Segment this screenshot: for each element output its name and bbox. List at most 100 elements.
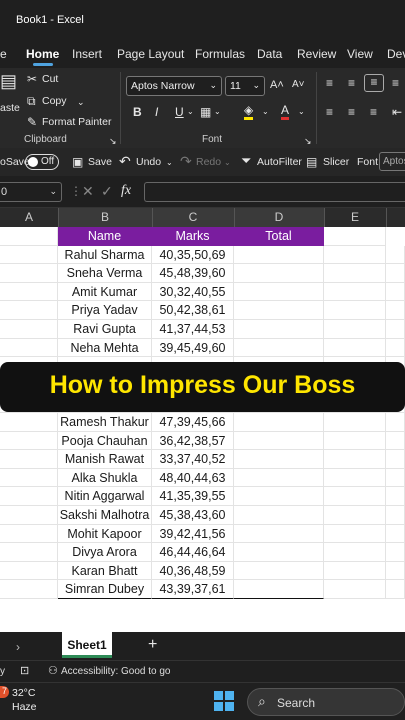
marks-cell[interactable]: 47,39,45,66 (152, 413, 234, 432)
windows-start-icon[interactable] (214, 691, 234, 711)
cell[interactable] (0, 413, 58, 432)
cell[interactable] (0, 282, 58, 302)
macro-record-icon[interactable]: ⊡ (20, 664, 29, 678)
cell[interactable] (386, 338, 405, 358)
total-cell[interactable] (234, 338, 324, 358)
cell[interactable] (0, 264, 58, 283)
total-cell[interactable] (234, 431, 324, 451)
marks-cell[interactable]: 39,42,41,56 (152, 524, 234, 544)
cell[interactable] (386, 506, 405, 525)
cell[interactable] (324, 450, 386, 469)
add-sheet-button[interactable]: + (148, 637, 157, 653)
cell[interactable] (0, 506, 58, 525)
cell[interactable] (324, 264, 386, 283)
autofilter-button[interactable]: AutoFilter (257, 156, 302, 168)
name-cell[interactable]: Priya Yadav (58, 301, 152, 320)
align-middle-icon[interactable]: ≡ (348, 76, 355, 90)
cell[interactable] (324, 413, 386, 432)
cell[interactable] (386, 282, 405, 302)
marks-cell[interactable]: 48,40,44,63 (152, 468, 234, 488)
name-cell[interactable]: Divya Arora (58, 543, 152, 562)
tab-page-layout[interactable]: Page Layout (117, 47, 184, 61)
total-cell[interactable] (234, 320, 324, 339)
name-cell[interactable]: Sakshi Malhotra (58, 506, 152, 525)
chevron-down-icon[interactable]: ⌄ (298, 105, 305, 119)
total-cell[interactable] (234, 543, 324, 562)
cell[interactable] (386, 320, 405, 339)
cell[interactable] (0, 431, 58, 451)
column-header-d[interactable]: D (234, 210, 324, 224)
cell[interactable] (386, 301, 405, 320)
chevron-down-icon[interactable]: ⌄ (77, 95, 85, 109)
cell[interactable] (324, 561, 386, 581)
name-cell[interactable]: Nitin Aggarwal (58, 487, 152, 506)
italic-icon[interactable]: I (155, 105, 158, 119)
name-cell[interactable]: Amit Kumar (58, 282, 152, 302)
chevron-down-icon[interactable]: ⌄ (166, 156, 173, 170)
weather-condition[interactable]: Haze (12, 701, 37, 713)
total-cell[interactable] (234, 264, 324, 283)
total-cell[interactable] (234, 561, 324, 581)
total-cell[interactable] (234, 506, 324, 525)
marks-cell[interactable]: 40,36,48,59 (152, 561, 234, 581)
cell[interactable] (386, 431, 405, 451)
cell[interactable] (386, 580, 405, 599)
name-cell[interactable]: Manish Rawat (58, 450, 152, 469)
enter-icon[interactable]: ✓ (101, 184, 113, 198)
accessibility-status[interactable]: Accessibility: Good to go (61, 666, 171, 677)
formula-input[interactable] (144, 182, 405, 202)
qat-font-select[interactable]: Aptos (379, 152, 405, 171)
cell[interactable] (0, 450, 58, 469)
worksheet-grid[interactable]: Name Marks Total Rahul Sharma 40,35,50,69 Sne… (0, 227, 405, 632)
undo-button[interactable]: Undo (136, 156, 161, 168)
fill-color-icon[interactable]: ◈ (244, 103, 254, 120)
column-header-e[interactable]: E (324, 210, 386, 224)
cell[interactable] (324, 580, 386, 599)
align-top-icon[interactable]: ≡ (326, 76, 333, 90)
cell[interactable] (386, 413, 405, 432)
paste-button[interactable]: aste (0, 102, 20, 114)
name-cell[interactable]: Mohit Kapoor (58, 524, 152, 544)
align-left-icon[interactable]: ≡ (326, 105, 333, 119)
name-cell[interactable]: Neha Mehta (58, 338, 152, 358)
font-name-select[interactable]: Aptos Narrow ⌄ (126, 76, 222, 96)
cell[interactable] (0, 227, 58, 246)
copy-button[interactable]: Copy (42, 95, 67, 107)
chevron-down-icon[interactable]: ⌄ (262, 105, 269, 119)
format-painter-button[interactable]: Format Painter (42, 116, 111, 128)
total-cell[interactable] (234, 580, 324, 599)
cell[interactable] (0, 561, 58, 581)
decrease-font-icon[interactable]: A˅ (292, 78, 305, 92)
marks-cell[interactable]: 43,39,37,61 (152, 580, 234, 599)
cell[interactable] (386, 561, 405, 581)
paste-icon[interactable]: ▤ (0, 72, 17, 90)
marks-cell[interactable]: 40,35,50,69 (152, 245, 234, 265)
cell[interactable] (0, 320, 58, 339)
redo-button[interactable]: Redo (196, 156, 221, 168)
slicer-button[interactable]: Slicer (323, 156, 349, 168)
indent-icon[interactable]: ⇤ (392, 105, 402, 119)
marks-cell[interactable]: 36,42,38,57 (152, 431, 234, 451)
marks-cell[interactable]: 45,38,43,60 (152, 506, 234, 525)
header-cell-total[interactable]: Total (234, 227, 324, 246)
cell[interactable] (324, 301, 386, 320)
tab-formulas[interactable]: Formulas (195, 47, 245, 61)
accessibility-icon[interactable]: ⚇ (48, 664, 58, 678)
cell[interactable] (324, 245, 386, 265)
name-box[interactable]: 0 ⌄ (0, 182, 62, 202)
cell[interactable] (324, 320, 386, 339)
marks-cell[interactable]: 50,42,38,61 (152, 301, 234, 320)
cell[interactable] (324, 468, 386, 488)
cell[interactable] (324, 506, 386, 525)
underline-icon[interactable]: U (175, 105, 184, 119)
chevron-down-icon[interactable]: ⌄ (49, 186, 57, 197)
marks-cell[interactable]: 41,35,39,55 (152, 487, 234, 506)
cell[interactable] (0, 524, 58, 544)
column-header-b[interactable]: B (58, 210, 152, 224)
marks-cell[interactable]: 30,32,40,55 (152, 282, 234, 302)
align-bottom-icon[interactable]: ≡ (364, 74, 384, 92)
cell[interactable] (0, 245, 58, 265)
tab-view[interactable]: View (347, 47, 373, 61)
cell[interactable] (0, 580, 58, 599)
weather-temp[interactable]: 32°C (12, 687, 35, 699)
